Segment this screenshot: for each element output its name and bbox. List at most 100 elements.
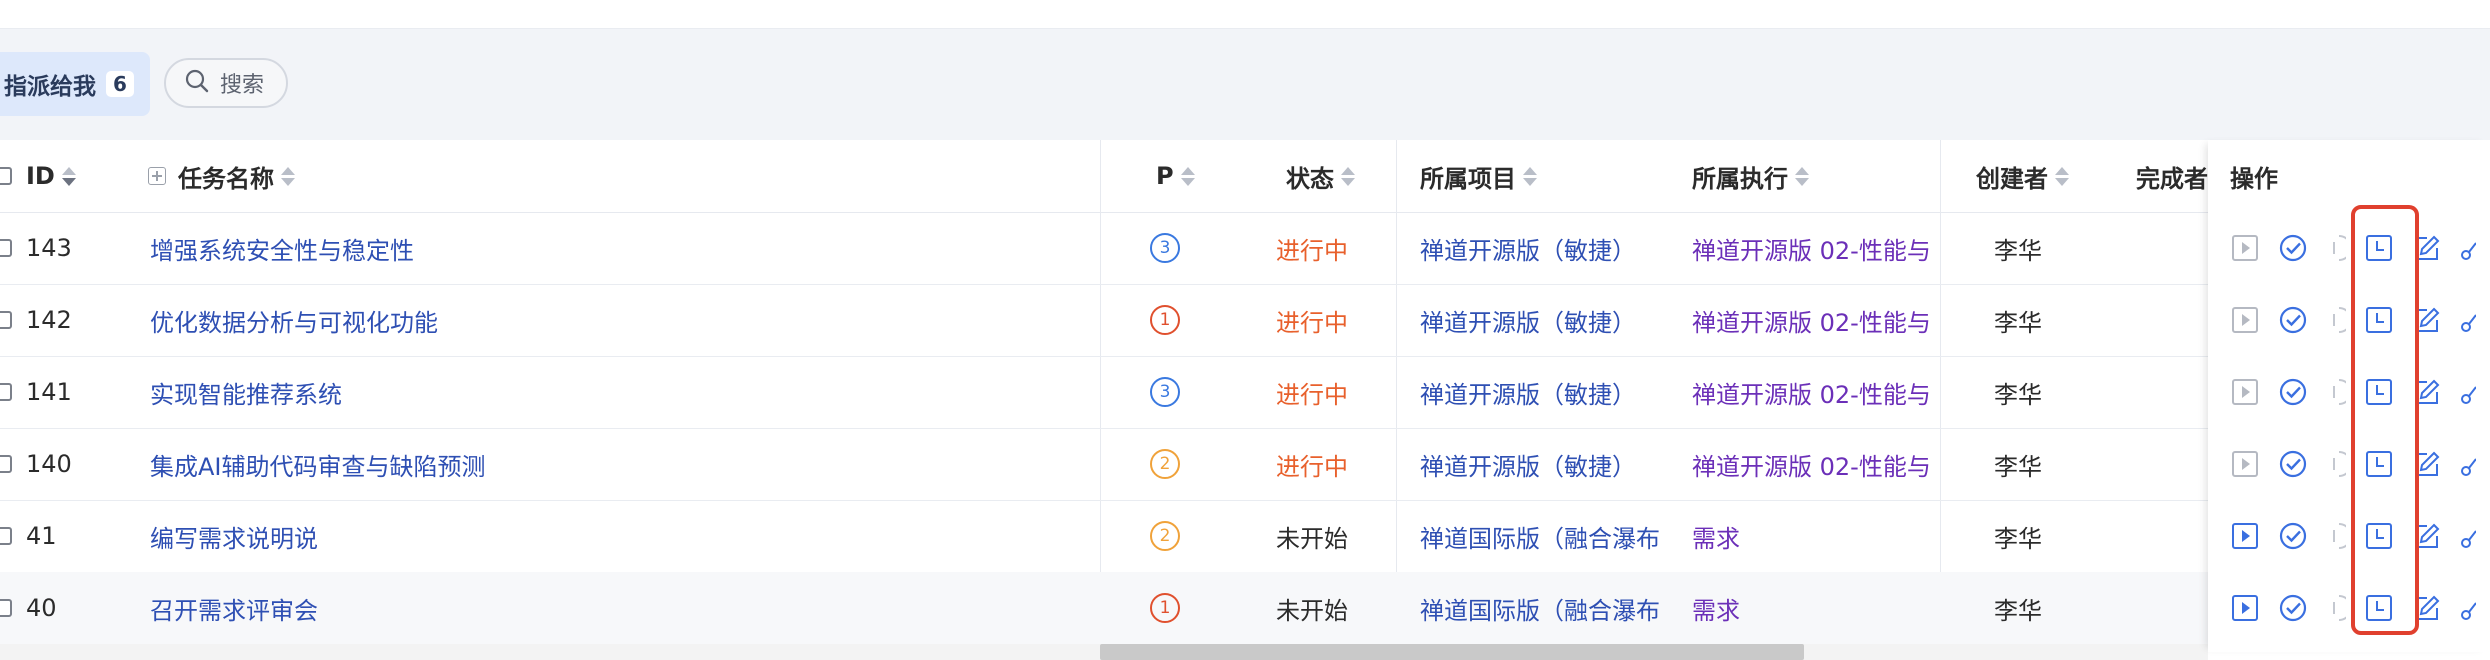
project-link[interactable]: 禅道开源版（敏捷） (1420, 428, 1672, 500)
execution-link[interactable]: 禅道开源版 02-性能与 (1692, 428, 1940, 500)
tab-assigned-to-me[interactable]: 指派给我 6 (0, 52, 150, 116)
finish-icon[interactable] (2278, 449, 2308, 479)
link-icon[interactable] (2460, 305, 2476, 335)
col-status-label: 状态 (1286, 164, 1334, 193)
col-actions-label: 操作 (2230, 164, 2278, 193)
task-name-link[interactable]: 召开需求评审会 (150, 572, 318, 644)
priority-badge: 2 (1150, 500, 1180, 572)
col-id-label: ID (26, 162, 55, 190)
priority-value: 1 (1150, 593, 1180, 623)
horizontal-scrollbar[interactable] (1100, 644, 1804, 660)
sort-icon (1180, 166, 1195, 186)
row-checkbox[interactable] (0, 284, 12, 356)
col-execution-label: 所属执行 (1692, 164, 1788, 193)
search-icon (184, 68, 210, 98)
col-project-label: 所属项目 (1420, 164, 1516, 193)
execution-link[interactable]: 禅道开源版 02-性能与 (1692, 356, 1940, 428)
table-row: 141 实现智能推荐系统 3 进行中 禅道开源版（敏捷） 禅道开源版 02-性能… (0, 356, 2490, 429)
col-id[interactable]: ID (26, 140, 76, 212)
task-name-link[interactable]: 增强系统安全性与稳定性 (150, 212, 414, 284)
priority-badge: 1 (1150, 572, 1180, 644)
row-checkbox[interactable] (0, 500, 12, 572)
priority-badge: 3 (1150, 356, 1180, 428)
top-bar (0, 0, 2490, 29)
row-checkbox[interactable] (0, 356, 12, 428)
task-name-link[interactable]: 优化数据分析与可视化功能 (150, 284, 438, 356)
tab-label: 指派给我 (4, 74, 96, 100)
status-text: 进行中 (1276, 308, 1348, 337)
expand-all-icon[interactable] (148, 167, 166, 185)
col-creator[interactable]: 创建者 (1976, 140, 2069, 212)
finish-icon[interactable] (2278, 305, 2308, 335)
execution-link[interactable]: 禅道开源版 02-性能与 (1692, 284, 1940, 356)
pause-icon[interactable] (2326, 449, 2346, 479)
priority-value: 3 (1150, 377, 1180, 407)
select-all-checkbox[interactable] (0, 140, 12, 212)
task-id: 40 (26, 594, 57, 622)
link-icon[interactable] (2460, 377, 2476, 407)
finish-icon[interactable] (2278, 521, 2308, 551)
execution-link[interactable]: 禅道开源版 02-性能与 (1692, 212, 1940, 284)
row-checkbox[interactable] (0, 212, 12, 284)
pause-icon[interactable] (2326, 233, 2346, 263)
start-icon[interactable] (2230, 521, 2260, 551)
sort-icon (1523, 166, 1537, 186)
table-row: 40 召开需求评审会 1 未开始 禅道国际版（融合瀑布 需求 李华 (0, 572, 2490, 645)
priority-value: 2 (1150, 521, 1180, 551)
start-icon[interactable] (2230, 593, 2260, 623)
col-name[interactable]: 任务名称 (148, 140, 295, 212)
col-finisher[interactable]: 完成者 (2136, 140, 2208, 212)
task-name-link[interactable]: 集成AI辅助代码审查与缺陷预测 (150, 428, 486, 500)
pause-icon[interactable] (2326, 593, 2346, 623)
link-icon[interactable] (2460, 521, 2476, 551)
creator-name: 李华 (1994, 308, 2042, 337)
col-execution[interactable]: 所属执行 (1692, 140, 1809, 212)
pause-icon[interactable] (2326, 521, 2346, 551)
execution-link[interactable]: 需求 (1692, 572, 1940, 644)
project-link[interactable]: 禅道国际版（融合瀑布 (1420, 500, 1672, 572)
project-link[interactable]: 禅道开源版（敏捷） (1420, 284, 1672, 356)
actions-column: 操作 (2208, 140, 2490, 652)
status-text: 未开始 (1276, 524, 1348, 553)
col-name-label: 任务名称 (178, 164, 274, 193)
sort-icon (2055, 166, 2069, 186)
sort-icon (61, 166, 76, 186)
col-priority[interactable]: P (1156, 140, 1195, 212)
task-name-link[interactable]: 编写需求说明说 (150, 500, 318, 572)
col-status[interactable]: 状态 (1286, 140, 1355, 212)
row-checkbox[interactable] (0, 572, 12, 644)
link-icon[interactable] (2460, 593, 2476, 623)
finish-icon[interactable] (2278, 593, 2308, 623)
task-id: 143 (26, 234, 72, 262)
table-row: 140 集成AI辅助代码审查与缺陷预测 2 进行中 禅道开源版（敏捷） 禅道开源… (0, 428, 2490, 501)
row-checkbox[interactable] (0, 428, 12, 500)
project-link[interactable]: 禅道开源版（敏捷） (1420, 356, 1672, 428)
task-name-link[interactable]: 实现智能推荐系统 (150, 356, 342, 428)
creator-name: 李华 (1994, 596, 2042, 625)
sort-icon (1341, 166, 1355, 186)
priority-value: 3 (1150, 233, 1180, 263)
search-button[interactable]: 搜索 (164, 58, 288, 108)
col-creator-label: 创建者 (1976, 164, 2048, 193)
finish-icon[interactable] (2278, 233, 2308, 263)
task-table: ID 任务名称 P 状态 所属项目 所属执行 创建者 完成者 143 增强系统安… (0, 140, 2490, 660)
finish-icon[interactable] (2278, 377, 2308, 407)
start-icon[interactable] (2230, 233, 2260, 263)
project-link[interactable]: 禅道国际版（融合瀑布 (1420, 572, 1672, 644)
creator-name: 李华 (1994, 380, 2042, 409)
start-icon[interactable] (2230, 377, 2260, 407)
project-link[interactable]: 禅道开源版（敏捷） (1420, 212, 1672, 284)
task-id: 140 (26, 450, 72, 478)
priority-badge: 2 (1150, 428, 1180, 500)
pause-icon[interactable] (2326, 305, 2346, 335)
link-icon[interactable] (2460, 449, 2476, 479)
start-icon[interactable] (2230, 449, 2260, 479)
start-icon[interactable] (2230, 305, 2260, 335)
execution-link[interactable]: 需求 (1692, 500, 1940, 572)
table-row: 41 编写需求说明说 2 未开始 禅道国际版（融合瀑布 需求 李华 (0, 500, 2490, 573)
link-icon[interactable] (2460, 233, 2476, 263)
col-project[interactable]: 所属项目 (1420, 140, 1537, 212)
pause-icon[interactable] (2326, 377, 2346, 407)
task-id: 142 (26, 306, 72, 334)
sort-icon (1795, 166, 1809, 186)
